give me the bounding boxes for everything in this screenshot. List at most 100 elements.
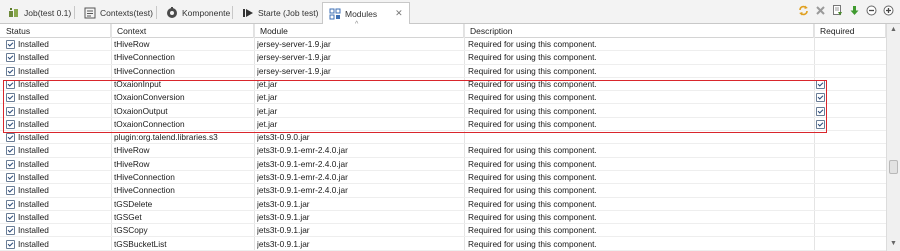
installed-checkbox[interactable]: [6, 212, 15, 222]
status-label: Installed: [18, 52, 49, 63]
installed-checkbox[interactable]: [6, 226, 15, 236]
description-cell: Required for using this component.: [468, 78, 597, 89]
table-row[interactable]: Installed tHiveConnection jersey-server-1.…: [0, 65, 886, 78]
table-row[interactable]: Installed tOxaionOutput jet.jar Required fo…: [0, 105, 886, 118]
installed-checkbox[interactable]: [6, 239, 15, 249]
column-header-status[interactable]: Status: [0, 24, 111, 38]
module-cell: jets3t-0.9.1-emr-2.4.0.jar: [257, 145, 348, 156]
column-header-context[interactable]: Context: [111, 24, 254, 38]
tab-label: Komponente: [182, 7, 231, 18]
column-header-module[interactable]: Module: [254, 24, 464, 38]
add-icon[interactable]: [882, 4, 894, 16]
table-row[interactable]: Installed tHiveConnection jersey-server-1.…: [0, 51, 886, 65]
column-header-required[interactable]: Required: [814, 24, 886, 38]
scroll-down-icon[interactable]: ▼: [890, 240, 897, 247]
installed-checkbox[interactable]: [6, 159, 15, 169]
status-cell: Installed: [6, 131, 106, 144]
installed-checkbox[interactable]: [6, 133, 15, 143]
table-row[interactable]: Installed tGSBucketList jets3t-0.9.1.jar Re…: [0, 238, 886, 251]
required-checkbox[interactable]: [816, 106, 825, 116]
context-cell: tHiveConnection: [114, 185, 175, 196]
module-cell: jets3t-0.9.0.jar: [257, 132, 310, 143]
table-row[interactable]: Installed tGSGet jets3t-0.9.1.jar Required …: [0, 211, 886, 225]
required-checkbox[interactable]: [816, 79, 825, 89]
installed-checkbox[interactable]: [6, 119, 15, 129]
close-icon[interactable]: ✕: [395, 8, 403, 19]
status-label: Installed: [18, 198, 49, 209]
status-label: Installed: [18, 118, 49, 129]
required-checkbox[interactable]: [816, 93, 825, 103]
tab-label: Starte (Job test): [258, 7, 319, 18]
status-cell: Installed: [6, 38, 106, 51]
module-cell: jet.jar: [257, 118, 278, 129]
table-row[interactable]: Installed tOxaionConversion jet.jar Require…: [0, 91, 886, 105]
installed-checkbox[interactable]: [6, 66, 15, 76]
table-row[interactable]: Installed plugin:org.talend.libraries.s3 j…: [0, 131, 886, 145]
table-row[interactable]: Installed tHiveConnection jets3t-0.9.1-emr…: [0, 171, 886, 185]
context-cell: tOxaionConversion: [114, 92, 185, 103]
modules-table: Installed tHiveRow jersey-server-1.9.jar Re…: [0, 38, 886, 251]
table-row[interactable]: Installed tHiveConnection jets3t-0.9.1-emr…: [0, 184, 886, 198]
description-cell: Required for using this component.: [468, 92, 597, 103]
module-cell: jets3t-0.9.1.jar: [257, 198, 310, 209]
installed-checkbox[interactable]: [6, 79, 15, 89]
tab-komponente[interactable]: Komponente: [160, 2, 236, 23]
installed-checkbox[interactable]: [6, 53, 15, 63]
collapse-icon[interactable]: [865, 4, 877, 16]
table-row[interactable]: Installed tGSDelete jets3t-0.9.1.jar Requir…: [0, 198, 886, 211]
delete-icon[interactable]: [814, 4, 826, 16]
context-cell: tHiveConnection: [114, 65, 175, 76]
run-icon: [242, 7, 254, 19]
table-row[interactable]: Installed tOxaionInput jet.jar Required for…: [0, 78, 886, 92]
context-cell: tGSBucketList: [114, 238, 167, 249]
description-cell: Required for using this component.: [468, 105, 597, 116]
import-icon[interactable]: [831, 4, 843, 16]
status-cell: Installed: [6, 144, 106, 157]
context-cell: tHiveRow: [114, 158, 150, 169]
table-row[interactable]: Installed tHiveRow jersey-server-1.9.jar Re…: [0, 38, 886, 52]
status-label: Installed: [18, 185, 49, 196]
module-cell: jet.jar: [257, 105, 278, 116]
context-cell: tGSGet: [114, 211, 142, 222]
module-cell: jersey-server-1.9.jar: [257, 39, 331, 49]
context-cell: tHiveConnection: [114, 52, 175, 63]
modules-toolbar: [797, 4, 894, 16]
table-row[interactable]: Installed tHiveRow jets3t-0.9.1-emr-2.4.0.…: [0, 144, 886, 158]
installed-checkbox[interactable]: [6, 173, 15, 182]
status-cell: Installed: [6, 158, 106, 171]
scroll-up-icon[interactable]: ▲: [890, 26, 897, 33]
vertical-scrollbar[interactable]: ▲ ▼: [886, 24, 900, 251]
module-cell: jets3t-0.9.1-emr-2.4.0.jar: [257, 158, 348, 169]
required-checkbox[interactable]: [816, 119, 825, 129]
tab-contexts[interactable]: Contexts(test): [78, 2, 159, 23]
installed-checkbox[interactable]: [6, 40, 15, 49]
module-cell: jersey-server-1.9.jar: [257, 65, 331, 76]
table-row[interactable]: Installed tOxaionConnection jet.jar Require…: [0, 118, 886, 132]
status-cell: Installed: [6, 224, 106, 237]
installed-checkbox[interactable]: [6, 93, 15, 103]
description-cell: Required for using this component.: [468, 172, 597, 182]
status-cell: Installed: [6, 78, 106, 91]
modules-icon: [329, 8, 341, 20]
installed-checkbox[interactable]: [6, 106, 15, 116]
status-label: Installed: [18, 105, 49, 116]
installed-checkbox[interactable]: [6, 186, 15, 196]
status-label: Installed: [18, 39, 49, 49]
refresh-icon[interactable]: [797, 4, 809, 16]
status-cell: Installed: [6, 65, 106, 78]
column-header-description[interactable]: Description: [464, 24, 814, 38]
installed-checkbox[interactable]: [6, 199, 15, 209]
status-label: Installed: [18, 225, 49, 236]
status-label: Installed: [18, 65, 49, 76]
status-cell: Installed: [6, 171, 106, 184]
download-icon[interactable]: [848, 4, 860, 16]
table-row[interactable]: Installed tGSCopy jets3t-0.9.1.jar Required…: [0, 224, 886, 238]
status-cell: Installed: [6, 238, 106, 251]
tab-run-job[interactable]: Starte (Job test): [236, 2, 324, 23]
tab-job[interactable]: Job(test 0.1): [2, 2, 77, 23]
scrollbar-thumb[interactable]: [889, 160, 898, 174]
table-row[interactable]: Installed tHiveRow jets3t-0.9.1-emr-2.4.0.…: [0, 158, 886, 171]
module-cell: jets3t-0.9.1-emr-2.4.0.jar: [257, 185, 348, 196]
installed-checkbox[interactable]: [6, 146, 15, 156]
tab-modules[interactable]: Modules ✕: [322, 2, 410, 25]
